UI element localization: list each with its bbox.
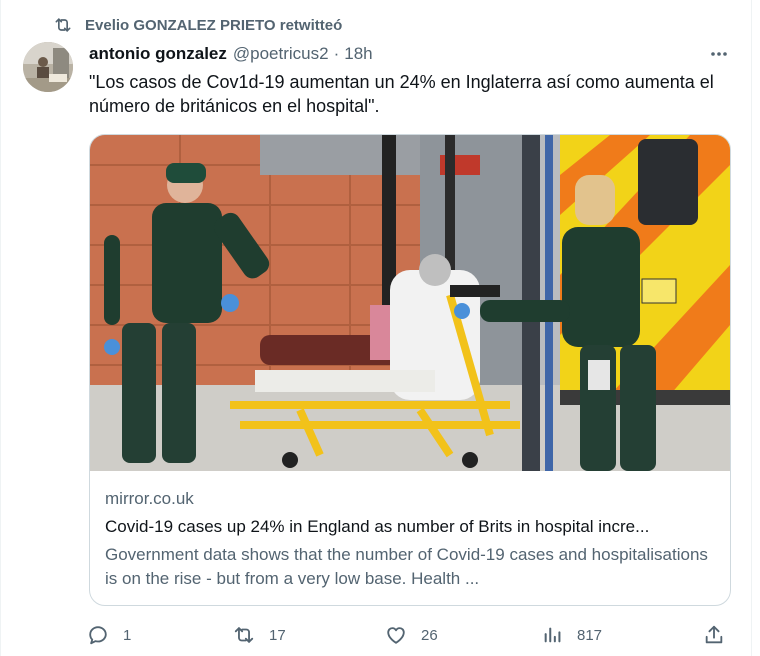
card-body: mirror.co.uk Covid-19 cases up 24% in En… [105, 481, 717, 591]
heart-icon [387, 627, 405, 644]
author-handle[interactable]: @poetricus2 [233, 44, 329, 64]
retweet-label[interactable]: Evelio GONZALEZ PRIETO retwitteó [85, 17, 342, 34]
retweet-button[interactable]: 17 [233, 622, 286, 648]
reply-icon [89, 626, 107, 645]
like-button[interactable]: 26 [385, 622, 438, 648]
tweet-container[interactable]: Evelio GONZALEZ PRIETO retwitteó antonio… [0, 0, 752, 656]
retweet-context[interactable]: Evelio GONZALEZ PRIETO retwitteó [53, 14, 342, 36]
tweet-text: "Los casos de Cov1d-19 aumentan un 24% e… [89, 72, 714, 116]
more-button[interactable] [707, 44, 731, 64]
card-domain: mirror.co.uk [105, 489, 194, 508]
more-icon [711, 52, 727, 56]
tweet-header: antonio gonzalez @poetricus2 · 18h [89, 42, 373, 66]
action-bar: 1 17 26 817 [87, 622, 733, 648]
like-count: 26 [421, 626, 438, 644]
author-name[interactable]: antonio gonzalez [89, 44, 227, 64]
retweet-count: 17 [269, 626, 286, 644]
views-button[interactable]: 817 [541, 622, 602, 648]
retweet-icon [55, 18, 71, 32]
share-button[interactable] [703, 622, 725, 648]
avatar[interactable] [23, 42, 73, 92]
link-card[interactable]: mirror.co.uk Covid-19 cases up 24% in En… [89, 134, 731, 606]
card-title: Covid-19 cases up 24% in England as numb… [105, 517, 650, 536]
card-image [90, 135, 730, 471]
views-count: 817 [577, 626, 603, 644]
card-description: Government data shows that the number of… [105, 545, 708, 588]
avatar-image [23, 42, 73, 92]
share-icon [705, 625, 723, 644]
timestamp[interactable]: 18h [344, 44, 372, 64]
reply-button[interactable]: 1 [87, 622, 131, 648]
retweet-icon [234, 627, 254, 643]
reply-count: 1 [123, 626, 132, 644]
separator-dot: · [333, 44, 340, 63]
views-icon [544, 627, 561, 643]
